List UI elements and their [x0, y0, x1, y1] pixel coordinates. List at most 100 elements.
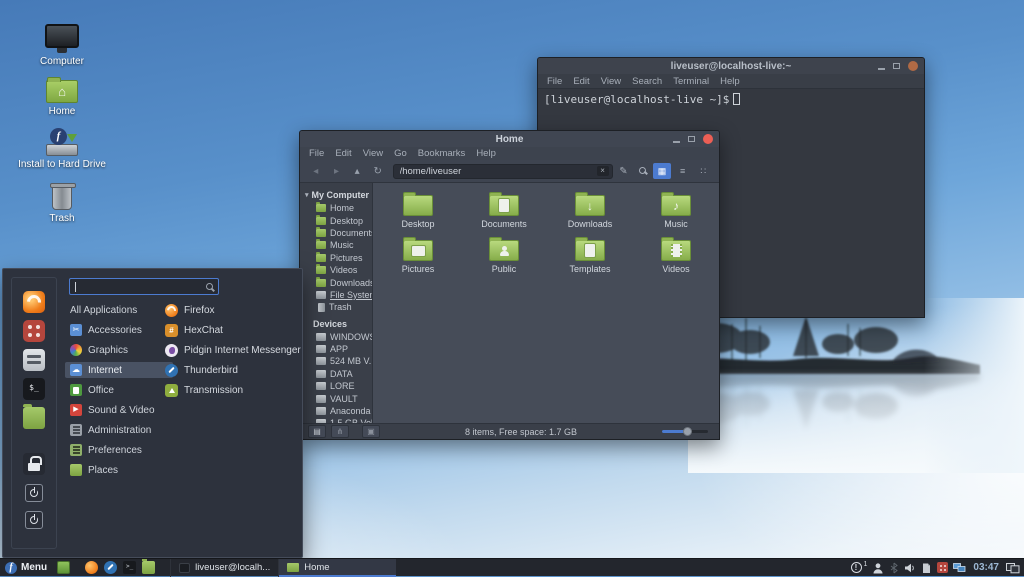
sidebar-item-music[interactable]: Music — [305, 239, 372, 251]
firefox-launcher-icon[interactable] — [85, 561, 99, 574]
sidebar-item-trash[interactable]: Trash — [305, 301, 372, 313]
category-graphics[interactable]: Graphics — [65, 342, 173, 358]
category-places[interactable]: Places — [65, 462, 173, 478]
menu-file[interactable]: File — [547, 76, 562, 87]
close-button[interactable] — [908, 61, 918, 71]
sidebar-item-pictures[interactable]: Pictures — [305, 251, 372, 264]
menu-view[interactable]: View — [601, 76, 621, 87]
sidebar-item-file-system[interactable]: File System — [305, 289, 372, 301]
toggle-sidebar-button[interactable]: ▣ — [362, 425, 380, 438]
refresh-button[interactable]: ↻ — [369, 166, 387, 177]
compact-view-button[interactable]: ∷ — [694, 163, 712, 179]
media-app-favorite-icon[interactable] — [23, 349, 45, 371]
search-input[interactable] — [79, 280, 206, 293]
places-pane-toggle[interactable]: ▤ — [308, 425, 326, 438]
browser-favorite-icon[interactable] — [23, 291, 45, 313]
sidebar-device-524mb-volume[interactable]: 524 MB V... — [305, 355, 372, 367]
sidebar-item-home[interactable]: Home — [305, 202, 372, 214]
tree-pane-toggle[interactable]: ⋔ — [331, 425, 349, 438]
sidebar-item-documents[interactable]: Documents — [305, 226, 372, 239]
sidebar-device-anaconda[interactable]: Anaconda — [305, 405, 372, 417]
terminal-launcher-icon[interactable] — [123, 561, 137, 574]
volume-icon[interactable] — [904, 562, 916, 574]
terminal-favorite-icon[interactable] — [23, 378, 45, 400]
shutdown-icon[interactable] — [25, 511, 43, 529]
close-button[interactable] — [703, 134, 713, 144]
taskbar-window-terminal[interactable]: liveuser@localh... — [170, 558, 278, 577]
folder-view[interactable]: Desktop Documents ↓ Downloads ♪ Music Pi… — [373, 183, 719, 423]
menu-go[interactable]: Go — [394, 148, 407, 159]
up-button[interactable]: ▴ — [348, 166, 366, 177]
back-button[interactable]: ◂ — [307, 166, 325, 177]
desktop-icon-computer[interactable]: Computer — [14, 24, 110, 67]
app-pidgin[interactable]: Pidgin Internet Messenger — [165, 343, 303, 357]
list-view-button[interactable]: ≡ — [674, 163, 692, 179]
forward-button[interactable]: ▸ — [328, 166, 346, 177]
bluetooth-icon[interactable] — [889, 562, 899, 574]
user-applet-icon[interactable] — [872, 562, 884, 574]
package-manager-favorite-icon[interactable] — [23, 320, 45, 342]
menu-search[interactable]: Search — [632, 76, 662, 87]
clock[interactable]: 03:47 — [973, 562, 999, 573]
folder-videos[interactable]: Videos — [633, 236, 719, 281]
menu-edit[interactable]: Edit — [335, 148, 351, 159]
sidebar-device-app[interactable]: APP — [305, 343, 372, 355]
app-thunderbird[interactable]: Thunderbird — [165, 363, 303, 377]
app-transmission[interactable]: Transmission — [165, 383, 303, 397]
menu-button[interactable]: f Menu — [0, 559, 52, 576]
sidebar-item-desktop[interactable]: Desktop — [305, 214, 372, 226]
category-accessories[interactable]: ✂ Accessories — [65, 322, 173, 338]
thunderbird-launcher-icon[interactable] — [104, 561, 118, 574]
desktop-icon-install-to-hard-drive[interactable]: f Install to Hard Drive — [14, 128, 110, 170]
folder-music[interactable]: ♪ Music — [633, 191, 719, 236]
workspace-switcher-icon[interactable] — [1006, 562, 1020, 574]
maximize-button[interactable] — [893, 63, 900, 69]
menu-help[interactable]: Help — [476, 148, 496, 159]
expander-icon[interactable]: ▾ — [305, 191, 309, 199]
category-sound-video[interactable]: ▶ Sound & Video — [65, 402, 173, 418]
clipboard-icon[interactable] — [921, 562, 932, 574]
location-bar[interactable]: × — [392, 163, 613, 179]
sidebar-item-videos[interactable]: Videos — [305, 264, 372, 276]
search-button[interactable] — [634, 166, 650, 177]
logout-icon[interactable] — [25, 484, 43, 502]
minimize-button[interactable] — [878, 67, 885, 70]
menu-view[interactable]: View — [363, 148, 383, 159]
zoom-slider[interactable] — [662, 427, 708, 436]
files-launcher-icon[interactable] — [142, 559, 156, 574]
clear-location-icon[interactable]: × — [596, 166, 609, 176]
location-input[interactable] — [399, 165, 597, 177]
file-manager-titlebar[interactable]: Home — [300, 131, 719, 147]
terminal-titlebar[interactable]: liveuser@localhost-live:~ — [538, 58, 924, 74]
menu-edit[interactable]: Edit — [573, 76, 589, 87]
icon-view-button[interactable]: ▦ — [653, 163, 671, 179]
folder-downloads[interactable]: ↓ Downloads — [547, 191, 633, 236]
category-preferences[interactable]: Preferences — [65, 442, 173, 458]
sidebar-device-vault[interactable]: VAULT — [305, 392, 372, 404]
menu-terminal[interactable]: Terminal — [673, 76, 709, 87]
app-hexchat[interactable]: # HexChat — [165, 323, 303, 337]
updates-applet-icon[interactable] — [937, 562, 949, 573]
sidebar-device-windows[interactable]: WINDOWS — [305, 331, 372, 343]
menu-help[interactable]: Help — [720, 76, 740, 87]
sidebar-device-lore[interactable]: LORE — [305, 380, 372, 392]
lock-screen-icon[interactable] — [23, 453, 45, 475]
category-internet[interactable]: ☁ Internet — [65, 362, 173, 378]
network-icon[interactable] — [953, 562, 966, 573]
category-administration[interactable]: Administration — [65, 422, 173, 438]
category-office[interactable]: Office — [65, 382, 173, 398]
menu-file[interactable]: File — [309, 148, 324, 159]
taskbar-window-home[interactable]: Home — [278, 558, 397, 577]
file-manager-favorite-icon[interactable] — [23, 404, 45, 429]
app-firefox[interactable]: Firefox — [165, 303, 303, 317]
zoom-slider-handle[interactable] — [683, 427, 692, 436]
maximize-button[interactable] — [688, 136, 695, 142]
category-all-applications[interactable]: All Applications — [65, 302, 173, 318]
folder-templates[interactable]: Templates — [547, 236, 633, 281]
menu-search-box[interactable] — [69, 278, 219, 295]
minimize-button[interactable] — [673, 140, 680, 143]
sidebar-device-data[interactable]: DATA — [305, 368, 372, 380]
menu-bookmarks[interactable]: Bookmarks — [418, 148, 466, 159]
desktop-icon-home[interactable]: ⌂ Home — [14, 77, 110, 117]
desktop-icon-trash[interactable]: Trash — [14, 183, 110, 224]
